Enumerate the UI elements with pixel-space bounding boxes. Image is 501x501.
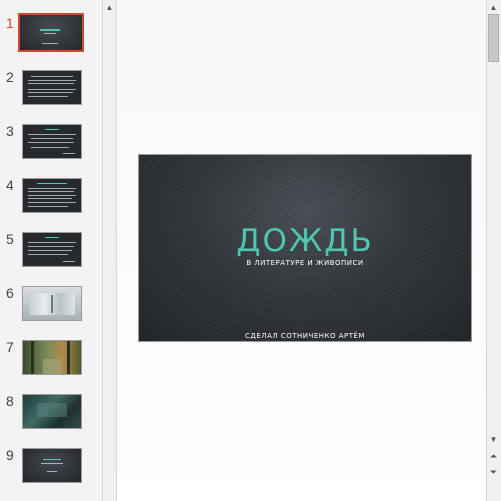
slide-number: 8 <box>6 393 14 409</box>
slide-number: 3 <box>6 123 14 139</box>
thumbnail-scrollbar[interactable]: ▲ <box>102 0 117 501</box>
slide-number: 4 <box>6 177 14 193</box>
slide-thumbnail-preview[interactable] <box>22 178 82 213</box>
slide-number: 9 <box>6 447 14 463</box>
slide-thumbnail-2[interactable]: 2 <box>0 69 102 120</box>
slide-thumbnail-preview[interactable] <box>22 286 82 321</box>
slide-subtitle[interactable]: В ЛИТЕРАТУРЕ И ЖИВОПИСИ <box>139 259 471 267</box>
scroll-down-arrow-icon[interactable]: ▼ <box>487 433 500 446</box>
scrollbar-thumb[interactable] <box>488 14 499 62</box>
slide-thumbnail-preview[interactable] <box>22 340 82 375</box>
slide-thumbnail-preview[interactable] <box>22 394 82 429</box>
slide-thumbnail-preview[interactable] <box>22 70 82 105</box>
slide-author[interactable]: СДЕЛАЛ СОТНИЧЕНКО АРТЁМ <box>139 332 471 340</box>
slide-thumbnail-preview[interactable] <box>18 13 84 52</box>
slide-thumbnail-4[interactable]: 4 <box>0 177 102 228</box>
slide-thumbnail-pane: 1 2 3 4 5 6 7 8 9 <box>0 0 103 501</box>
slide-thumbnail-9[interactable]: 9 <box>0 447 102 498</box>
previous-slide-icon[interactable]: ⏶ <box>487 450 500 463</box>
slide-number: 7 <box>6 339 14 355</box>
slide-thumbnail-preview[interactable] <box>22 232 82 267</box>
slide-title[interactable]: ДОЖДЬ <box>139 223 471 259</box>
slide-thumbnail-6[interactable]: 6 <box>0 285 102 336</box>
editor-scrollbar[interactable]: ▲ ▼ ⏶ ⏷ <box>486 0 501 501</box>
slide-number: 2 <box>6 69 14 85</box>
slide-thumbnail-1[interactable]: 1 <box>0 13 102 66</box>
scroll-up-arrow-icon[interactable]: ▲ <box>487 1 500 14</box>
slide-thumbnail-7[interactable]: 7 <box>0 339 102 390</box>
scroll-up-arrow-icon[interactable]: ▲ <box>103 1 116 14</box>
current-slide[interactable]: ДОЖДЬ В ЛИТЕРАТУРЕ И ЖИВОПИСИ СДЕЛАЛ СОТ… <box>138 154 472 342</box>
next-slide-icon[interactable]: ⏷ <box>487 466 500 479</box>
slide-thumbnail-3[interactable]: 3 <box>0 123 102 174</box>
slide-thumbnail-5[interactable]: 5 <box>0 231 102 282</box>
slide-thumbnail-preview[interactable] <box>22 124 82 159</box>
slide-thumbnail-preview[interactable] <box>22 448 82 483</box>
slide-number: 1 <box>6 15 14 31</box>
slide-number: 5 <box>6 231 14 247</box>
slide-number: 6 <box>6 285 14 301</box>
slide-thumbnail-8[interactable]: 8 <box>0 393 102 444</box>
